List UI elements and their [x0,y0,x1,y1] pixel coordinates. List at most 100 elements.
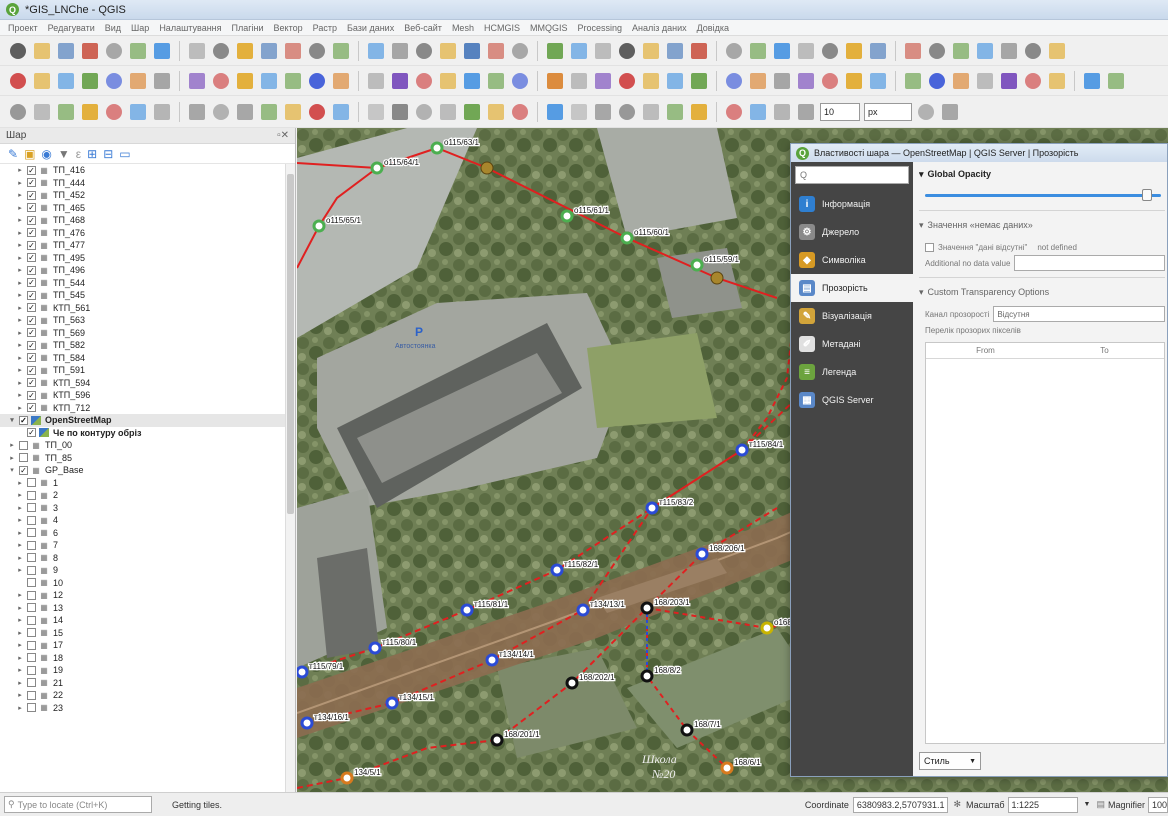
toolbar-tool-icon[interactable] [331,102,351,122]
toolbar-tool-icon[interactable] [940,102,960,122]
toolbar-tool-icon[interactable] [80,71,100,91]
toolbar-tool-icon[interactable] [951,71,971,91]
lock-scale-icon[interactable]: ✻ [953,799,961,810]
filter-by-expression-icon[interactable]: ε [76,147,81,161]
layer-visibility-checkbox[interactable]: ✓ [27,303,36,313]
layer-tree-item[interactable]: ▸ ✓ ▦ ТП_477 [0,239,295,252]
expand-arrow-icon[interactable]: ▸ [16,279,24,287]
layer-tree-item[interactable]: ▸ ✓ ▦ ТП_495 [0,252,295,265]
global-opacity-slider[interactable] [925,188,1161,202]
toolbar-tool-icon[interactable] [462,102,482,122]
toolbar-tool-icon[interactable] [366,41,386,61]
expand-arrow-icon[interactable]: ▸ [16,604,24,612]
toolbar-tool-icon[interactable] [510,102,530,122]
expand-arrow-icon[interactable]: ▸ [16,379,24,387]
layer-visibility-checkbox[interactable]: ✓ [27,428,36,438]
toolbar-tool-icon[interactable] [545,102,565,122]
menu-item[interactable]: Редагувати [48,23,95,33]
node-marker[interactable] [690,258,704,272]
toolbar-tool-icon[interactable] [414,102,434,122]
menu-item[interactable]: HCMGIS [484,23,520,33]
expand-arrow-icon[interactable]: ▸ [16,491,24,499]
style-dropdown-button[interactable]: Стиль ▼ [919,752,981,770]
layer-tree-item[interactable]: ▸ ▦ 13 [0,602,295,615]
toolbar-tool-icon[interactable] [438,71,458,91]
toolbar-tool-icon[interactable] [772,102,792,122]
transparency-band-select[interactable]: Відсутня [993,306,1165,322]
expand-arrow-icon[interactable]: ▸ [16,341,24,349]
toolbar-tool-icon[interactable] [569,102,589,122]
expand-arrow-icon[interactable]: ▸ [16,366,24,374]
toolbar-tool-icon[interactable] [748,102,768,122]
expand-arrow-icon[interactable]: ▸ [16,216,24,224]
nodata-header[interactable]: ▾ Значення «немає даних» [919,217,1165,233]
toolbar-tool-icon[interactable] [104,41,124,61]
dialog-nav-item[interactable]: ✐ Метадані [791,330,913,358]
toolbar-tool-icon[interactable] [772,41,792,61]
layer-tree-item[interactable]: ▸ ▦ 6 [0,527,295,540]
node-marker[interactable] [735,443,749,457]
expand-arrow-icon[interactable]: ▸ [16,404,24,412]
toolbar-tool-icon[interactable] [283,102,303,122]
layer-tree-item[interactable]: ▸ ▦ ТП_00 [0,439,295,452]
layer-tree-item[interactable]: ✓ Че по контуру обрiз [0,427,295,440]
layer-tree-item[interactable]: ▸ ▦ 22 [0,689,295,702]
nodata-checkbox[interactable] [925,242,934,252]
toolbar-tool-icon[interactable] [641,41,661,61]
dialog-search-input[interactable]: Q [795,166,909,184]
toolbar-tool-icon[interactable] [486,102,506,122]
toolbar-tool-icon[interactable] [259,71,279,91]
toolbar-tool-icon[interactable] [390,41,410,61]
toolbar-tool-icon[interactable] [486,71,506,91]
toolbar-tool-icon[interactable] [56,71,76,91]
node-marker[interactable] [368,641,382,655]
layer-visibility-checkbox[interactable] [27,665,36,675]
expand-arrow-icon[interactable]: ▸ [16,529,24,537]
layer-visibility-checkbox[interactable]: ✓ [27,390,36,400]
layer-visibility-checkbox[interactable] [27,615,36,625]
layer-tree-item[interactable]: ▸ ✓ ▦ ТП_544 [0,277,295,290]
expand-arrow-icon[interactable]: ▸ [16,204,24,212]
toolbar-tool-icon[interactable] [152,71,172,91]
global-opacity-header[interactable]: ▾ Global Opacity [919,166,1165,182]
layer-visibility-checkbox[interactable]: ✓ [27,378,36,388]
toolbar-tool-icon[interactable] [569,71,589,91]
node-marker[interactable] [645,501,659,515]
node-marker[interactable] [312,219,326,233]
layer-visibility-checkbox[interactable]: ✓ [27,340,36,350]
layer-visibility-checkbox[interactable] [27,603,36,613]
layer-tree-item[interactable]: ▸ ▦ 23 [0,702,295,715]
toolbar-tool-icon[interactable] [235,41,255,61]
expand-arrow-icon[interactable]: ▸ [16,329,24,337]
toolbar-tool-icon[interactable] [545,71,565,91]
toolbar-tool-icon[interactable] [868,41,888,61]
layer-tree-item[interactable]: ▸ ✓ ▦ ТП_582 [0,339,295,352]
layer-visibility-checkbox[interactable]: ✓ [27,178,36,188]
toolbar-tool-icon[interactable] [569,41,589,61]
collapse-arrow-icon[interactable]: ▾ [8,416,16,424]
expand-all-icon[interactable]: ⊞ [87,147,97,161]
toolbar-tool-icon[interactable] [665,102,685,122]
panel-float-close-icon[interactable]: ▫✕ [277,130,289,141]
layer-tree-item[interactable]: ▸ ▦ 8 [0,552,295,565]
toolbar-tool-icon[interactable] [999,71,1019,91]
toolbar-tool-icon[interactable] [259,41,279,61]
node-marker[interactable] [560,209,574,223]
layer-visibility-checkbox[interactable]: ✓ [27,253,36,263]
toolbar-tool-icon[interactable] [8,102,28,122]
toolbar-tool-icon[interactable] [235,71,255,91]
toolbar-tool-icon[interactable] [1106,71,1126,91]
layer-tree-item[interactable]: ▸ ▦ 7 [0,539,295,552]
node-marker[interactable] [760,621,774,635]
layer-tree-item[interactable]: ▸ ▦ 21 [0,677,295,690]
toolbar-tool-icon[interactable] [80,41,100,61]
toolbar-tool-icon[interactable] [689,102,709,122]
layer-visibility-checkbox[interactable]: ✓ [27,240,36,250]
toolbar-tool-icon[interactable] [128,102,148,122]
dialog-nav-item[interactable]: ≡ Легенда [791,358,913,386]
menu-item[interactable]: Проект [8,23,38,33]
node-marker[interactable] [490,733,504,747]
node-marker[interactable] [680,723,694,737]
expand-arrow-icon[interactable]: ▸ [16,304,24,312]
layer-tree-item[interactable]: ▸ ▦ ТП_85 [0,452,295,465]
